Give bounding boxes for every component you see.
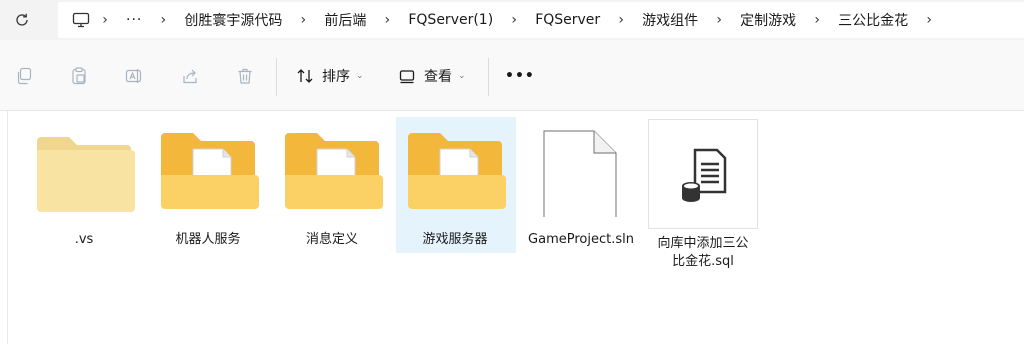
file-item-selected[interactable]: 游戏服务器 xyxy=(396,117,516,253)
refresh-button[interactable] xyxy=(10,8,34,32)
chevron-right-icon[interactable]: › xyxy=(704,12,734,28)
pane-divider xyxy=(7,111,8,344)
this-pc-button[interactable] xyxy=(72,12,90,28)
folder-icon xyxy=(149,117,267,217)
address-bar: › ··· › 创胜寰宇源代码 › 前后端 › FQServer(1) › FQ… xyxy=(0,0,1024,40)
paste-button[interactable] xyxy=(69,66,89,86)
chevron-right-icon[interactable]: › xyxy=(148,12,178,28)
folder-icon xyxy=(273,117,391,217)
chevron-right-icon[interactable]: › xyxy=(606,12,636,28)
chevron-right-icon[interactable]: › xyxy=(288,12,318,28)
breadcrumb-item[interactable]: FQServer(1) xyxy=(402,12,499,28)
trash-icon xyxy=(238,68,252,84)
view-button[interactable]: 查看 ⌄ xyxy=(398,64,466,88)
file-name: 游戏服务器 xyxy=(422,232,488,247)
share-button[interactable] xyxy=(180,66,200,86)
more-options-button[interactable]: ••• xyxy=(505,64,535,88)
file-name: GameProject.sln xyxy=(528,232,634,247)
refresh-icon xyxy=(16,13,28,26)
file-item[interactable]: GameProject.sln xyxy=(522,117,640,253)
chevron-right-icon[interactable]: › xyxy=(372,12,402,28)
clipboard-icon xyxy=(72,67,86,85)
file-name: .vs xyxy=(74,232,94,247)
toolbar-divider xyxy=(488,58,489,96)
file-name: 向库中添加三公 比金花.sql xyxy=(644,235,762,271)
chevron-right-icon[interactable]: › xyxy=(914,12,944,28)
document-icon xyxy=(522,117,640,220)
sql-file-icon xyxy=(648,119,758,229)
toolbar-divider xyxy=(276,58,277,96)
sort-icon xyxy=(297,69,313,83)
file-list: .vs 机器人服务 消息定义 游戏服务器 GameProject.sln 向库中… xyxy=(0,111,1024,344)
folder-icon xyxy=(25,117,143,217)
file-name: 机器人服务 xyxy=(175,232,241,247)
breadcrumb: › ··· › 创胜寰宇源代码 › 前后端 › FQServer(1) › FQ… xyxy=(58,2,1024,38)
file-item[interactable]: 向库中添加三公 比金花.sql xyxy=(644,117,762,269)
chevron-down-icon: ⌄ xyxy=(356,71,364,81)
chevron-right-icon[interactable]: › xyxy=(90,12,120,28)
file-item[interactable]: 机器人服务 xyxy=(149,117,267,253)
file-name-line: 向库中添加三公 xyxy=(657,236,749,251)
delete-button[interactable] xyxy=(235,66,255,86)
breadcrumb-more[interactable]: ··· xyxy=(120,12,148,28)
view-icon xyxy=(399,70,415,84)
monitor-icon xyxy=(72,12,90,28)
breadcrumb-item[interactable]: FQServer xyxy=(529,12,606,28)
copy-button[interactable] xyxy=(14,66,34,86)
file-item[interactable]: .vs xyxy=(25,117,143,253)
breadcrumb-item[interactable]: 创胜寰宇源代码 xyxy=(178,10,288,30)
breadcrumb-item[interactable]: 定制游戏 xyxy=(734,10,802,30)
chevron-down-icon: ⌄ xyxy=(458,71,466,81)
breadcrumb-item[interactable]: 三公比金花 xyxy=(832,10,914,30)
sort-button[interactable]: 排序 ⌄ xyxy=(296,64,364,88)
file-item[interactable]: 消息定义 xyxy=(273,117,391,253)
breadcrumb-item[interactable]: 前后端 xyxy=(318,10,372,30)
share-icon xyxy=(183,69,197,84)
view-label: 查看 xyxy=(424,69,452,85)
sort-label: 排序 xyxy=(322,69,350,85)
command-bar: 排序 ⌄ 查看 ⌄ ••• xyxy=(0,40,1024,111)
rename-button[interactable] xyxy=(124,66,144,86)
folder-icon xyxy=(396,117,514,217)
chevron-right-icon[interactable]: › xyxy=(802,12,832,28)
rename-icon xyxy=(125,69,142,83)
breadcrumb-item[interactable]: 游戏组件 xyxy=(636,10,704,30)
copy-icon xyxy=(17,67,32,85)
chevron-right-icon[interactable]: › xyxy=(499,12,529,28)
file-name-line: 比金花.sql xyxy=(672,254,734,269)
file-name: 消息定义 xyxy=(305,232,358,247)
